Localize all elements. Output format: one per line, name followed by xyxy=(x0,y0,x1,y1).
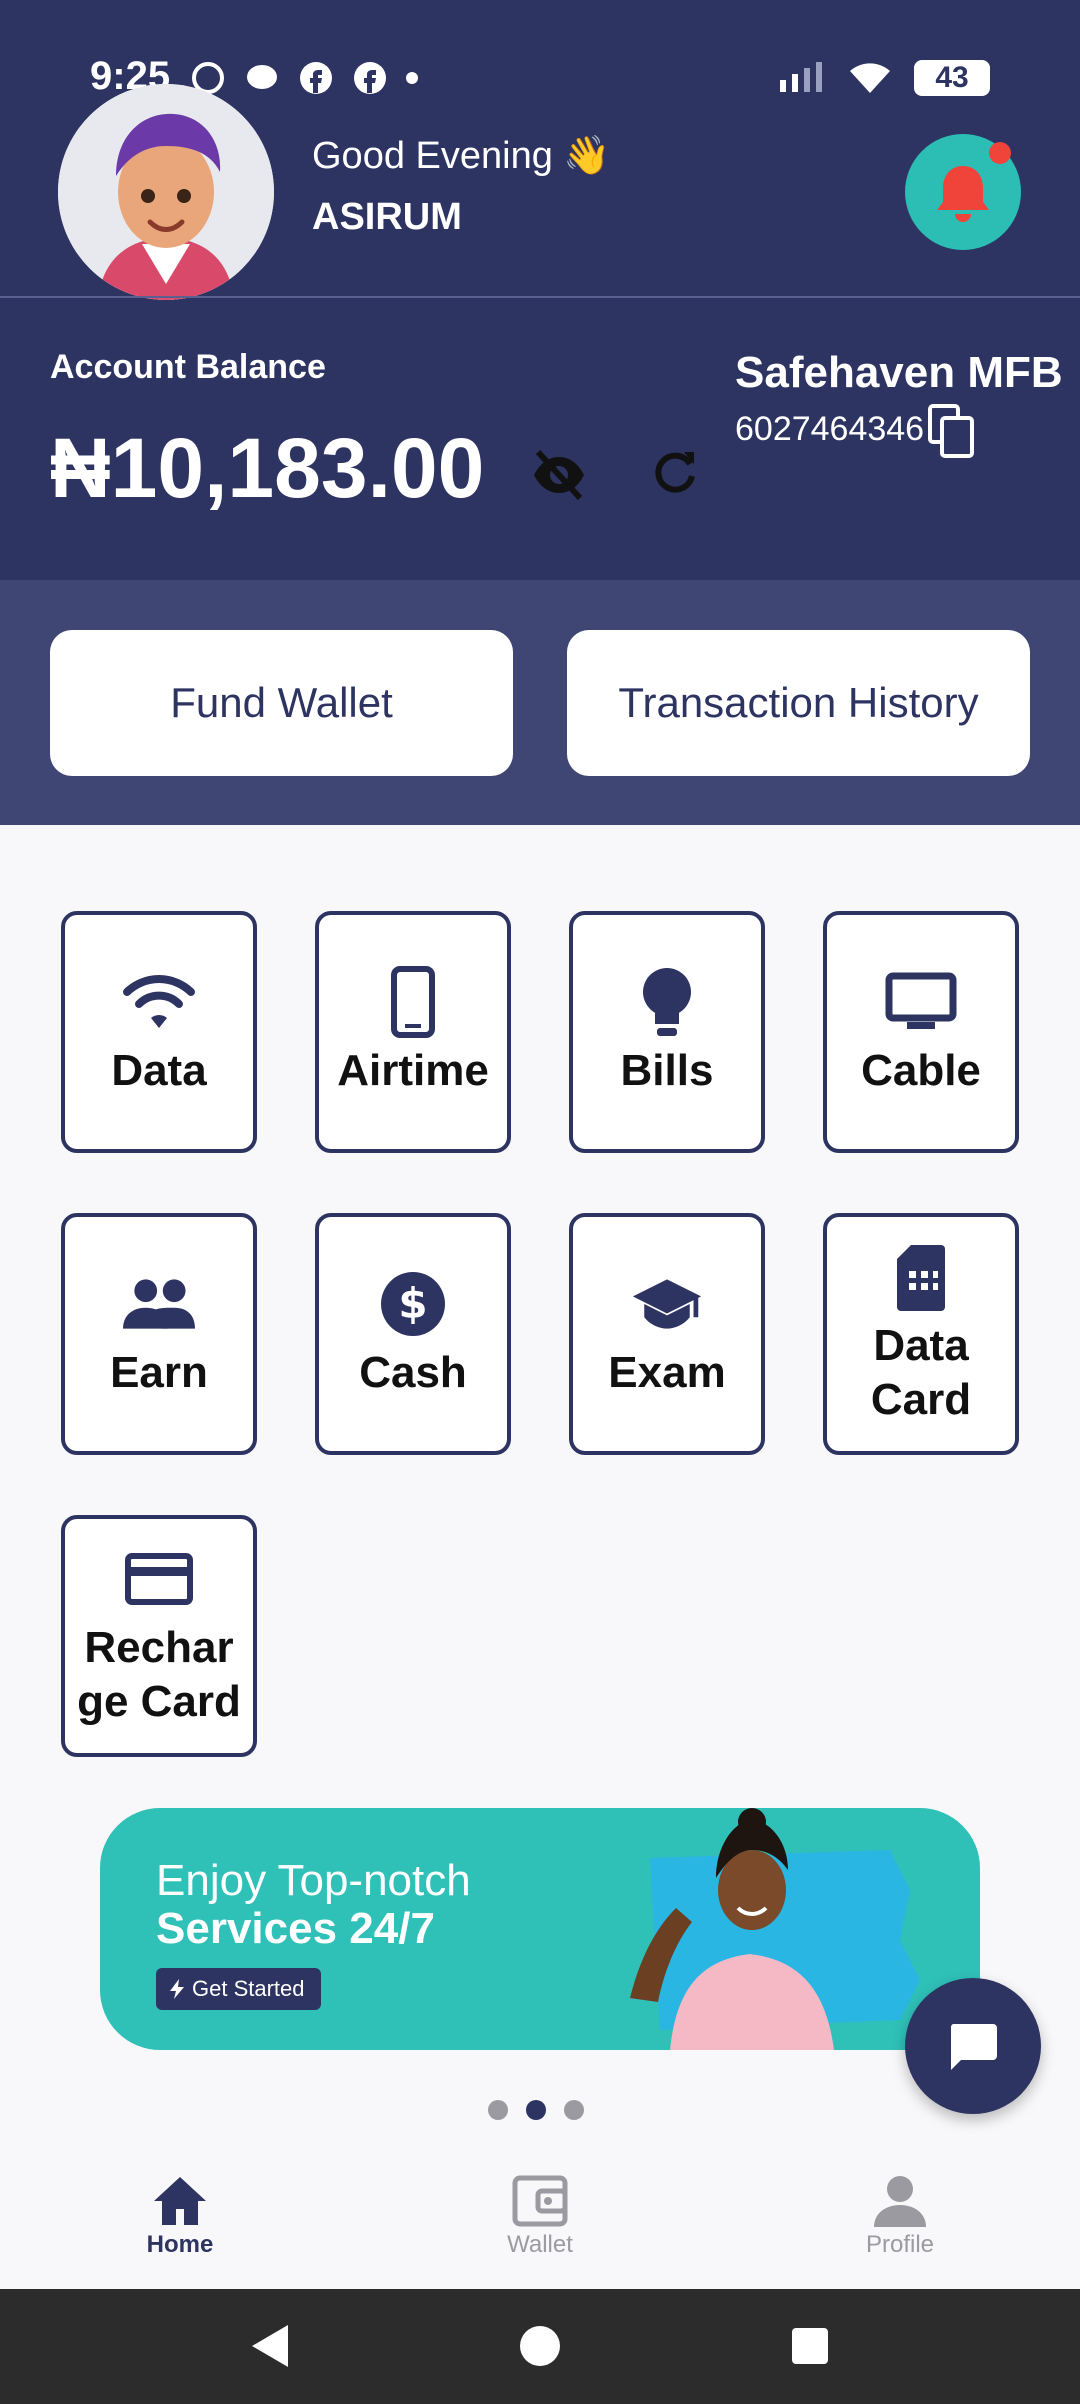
avatar[interactable] xyxy=(58,84,274,300)
nav-wallet[interactable]: Wallet xyxy=(440,2175,640,2259)
nav-profile-label: Profile xyxy=(865,2231,935,2258)
bank-name: Safehaven MFB xyxy=(735,348,1063,397)
fund-wallet-button[interactable]: Fund Wallet xyxy=(50,630,513,776)
service-label: Earn xyxy=(110,1348,208,1397)
service-tile-cash[interactable]: $ Cash xyxy=(315,1213,511,1455)
carousel-dot-active[interactable] xyxy=(526,2100,546,2120)
wifi-status-icon xyxy=(850,63,890,93)
service-tile-bills[interactable]: Bills xyxy=(569,911,765,1153)
nav-home[interactable]: Home xyxy=(80,2175,280,2259)
tv-icon xyxy=(885,966,957,1038)
sim-card-icon xyxy=(885,1241,957,1313)
signal-icon xyxy=(780,62,822,92)
service-label: Bills xyxy=(620,1046,714,1095)
service-tile-data[interactable]: Data xyxy=(61,911,257,1153)
credit-card-icon xyxy=(123,1543,195,1615)
avatar-image xyxy=(58,84,274,300)
service-label: Airtime xyxy=(337,1046,489,1095)
service-label: Recharge Card xyxy=(77,1623,241,1726)
notifications-button[interactable] xyxy=(905,134,1021,250)
service-label: Data Card xyxy=(870,1321,972,1424)
transaction-history-button[interactable]: Transaction History xyxy=(567,630,1030,776)
system-status: 43 xyxy=(778,60,990,96)
username: ASIRUM xyxy=(312,196,462,238)
notification-badge xyxy=(989,142,1011,164)
dollar-icon: $ xyxy=(377,1268,449,1340)
carousel-dot[interactable] xyxy=(488,2100,508,2120)
account-number: 6027464346 xyxy=(735,410,925,448)
service-label: Exam xyxy=(608,1348,726,1397)
service-tile-data-card[interactable]: Data Card xyxy=(823,1213,1019,1455)
balance-label: Account Balance xyxy=(50,348,326,386)
service-tile-exam[interactable]: Exam xyxy=(569,1213,765,1455)
get-started-button[interactable]: Get Started xyxy=(156,1968,321,2010)
service-label: Cable xyxy=(861,1046,981,1095)
wallet-icon xyxy=(512,2175,568,2227)
notification-icons xyxy=(190,60,418,96)
header-divider xyxy=(0,296,1080,298)
nav-profile[interactable]: Profile xyxy=(800,2175,1000,2259)
banner-woman-image xyxy=(610,1808,940,2050)
home-icon xyxy=(154,2177,206,2225)
carousel-dot[interactable] xyxy=(564,2100,584,2120)
carousel-indicator xyxy=(488,2100,584,2120)
promo-banner[interactable]: Enjoy Top-notch Services 24/7 Get Starte… xyxy=(100,1808,980,2050)
person-icon xyxy=(874,2176,926,2227)
nav-home-label: Home xyxy=(146,2231,214,2258)
recents-icon[interactable] xyxy=(788,2321,832,2371)
bulb-icon xyxy=(631,966,703,1038)
service-label: Data xyxy=(111,1046,207,1095)
hide-balance-icon[interactable] xyxy=(530,446,588,504)
people-icon xyxy=(123,1268,195,1340)
home-button-icon[interactable] xyxy=(518,2321,562,2371)
service-tile-recharge-card[interactable]: Recharge Card xyxy=(61,1515,257,1757)
lightning-icon xyxy=(170,1979,184,1999)
chat-bubble-icon xyxy=(244,60,280,96)
chat-support-button[interactable] xyxy=(905,1978,1041,2114)
bell-icon xyxy=(937,166,989,222)
service-tile-airtime[interactable]: Airtime xyxy=(315,911,511,1153)
wifi-icon xyxy=(123,966,195,1038)
phone-icon xyxy=(377,966,449,1038)
bottom-navigation: Home Wallet Profile xyxy=(0,2145,1080,2289)
refresh-icon[interactable] xyxy=(650,446,700,496)
banner-subtitle: Services 24/7 xyxy=(156,1904,435,1953)
get-started-label: Get Started xyxy=(192,1976,305,2001)
service-tile-cable[interactable]: Cable xyxy=(823,911,1019,1153)
graduation-cap-icon xyxy=(631,1268,703,1340)
back-icon[interactable] xyxy=(248,2321,292,2371)
system-navigation-bar xyxy=(0,2289,1080,2404)
battery-indicator: 43 xyxy=(914,60,990,96)
facebook-icon xyxy=(298,60,334,96)
balance-amount: ₦10,183.00 xyxy=(50,421,485,515)
nav-wallet-label: Wallet xyxy=(507,2231,573,2258)
service-tile-earn[interactable]: Earn xyxy=(61,1213,257,1455)
greeting-text: Good Evening 👋 xyxy=(312,135,611,177)
service-label: Cash xyxy=(359,1348,467,1397)
svg-text:$: $ xyxy=(398,1279,427,1328)
copy-icon[interactable] xyxy=(926,404,976,460)
dot-icon xyxy=(406,72,418,84)
banner-title: Enjoy Top-notch xyxy=(156,1856,471,1905)
chat-icon xyxy=(950,2024,997,2070)
facebook-icon xyxy=(352,60,388,96)
